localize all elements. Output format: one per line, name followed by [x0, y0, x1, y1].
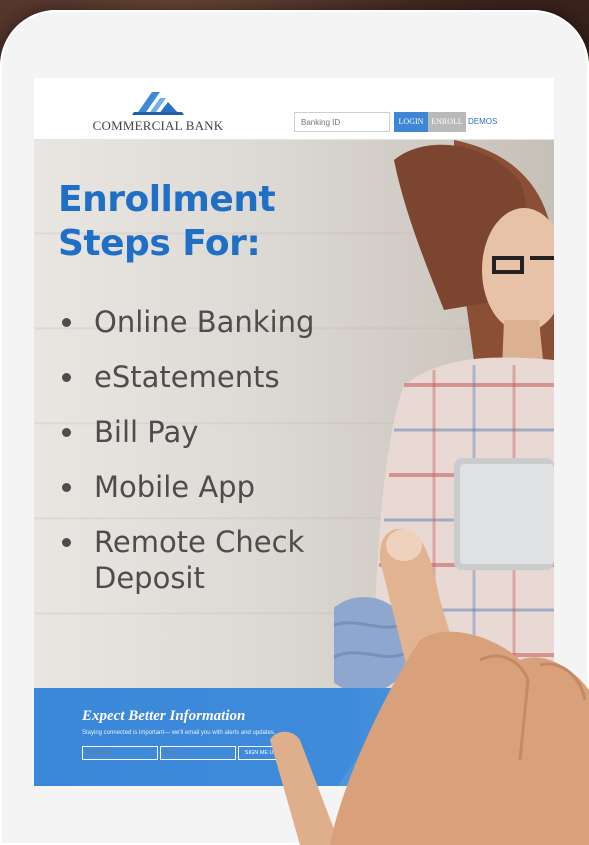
enroll-button[interactable]: ENROLL [428, 112, 466, 132]
bullet-icon [62, 318, 71, 327]
signup-title: Expect Better Information [82, 708, 246, 724]
list-item: eStatements [60, 359, 380, 395]
signup-band: Expect Better Information Staying connec… [34, 688, 554, 786]
brand-logo[interactable]: COMMERCIAL BANK [88, 88, 228, 136]
list-item-label-line1: Remote Check [94, 525, 305, 559]
list-item: Remote Check Deposit [60, 524, 380, 596]
list-item-label: Bill Pay [94, 415, 199, 449]
login-button[interactable]: LOGIN [394, 112, 428, 132]
bank-logo-icon [132, 92, 184, 115]
list-item: Mobile App [60, 469, 380, 505]
hero-title: Enrollment Steps For: [58, 178, 358, 266]
list-item-label-line2: Deposit [94, 561, 205, 595]
email-input[interactable] [160, 746, 236, 760]
signup-form: SIGN ME UP [82, 746, 284, 760]
sign-me-up-button[interactable]: SIGN ME UP [238, 746, 284, 760]
bullet-icon [62, 428, 71, 437]
full-name-input[interactable] [82, 746, 158, 760]
enrollment-steps-list: Online Banking eStatements Bill Pay Mobi… [60, 304, 380, 596]
banking-id-input[interactable] [294, 112, 390, 132]
list-item-label: Mobile App [94, 470, 256, 504]
brand-name: COMMERCIAL BANK [92, 118, 224, 133]
list-item-label: Online Banking [94, 305, 315, 339]
hero-title-line2: Steps For: [58, 223, 261, 264]
site-header: COMMERCIAL BANK LOGIN ENROLL DEMOS [34, 78, 554, 140]
list-item: Online Banking [60, 304, 380, 340]
signup-subtitle: Staying connected is important— we'll em… [82, 730, 276, 736]
bullet-icon [62, 483, 71, 492]
tablet-screen: COMMERCIAL BANK LOGIN ENROLL DEMOS [34, 78, 554, 786]
list-item: Bill Pay [60, 414, 380, 450]
hero-banner: Enrollment Steps For: Online Banking eSt… [34, 140, 554, 688]
login-bar: LOGIN ENROLL DEMOS [294, 112, 497, 132]
tablet-device: COMMERCIAL BANK LOGIN ENROLL DEMOS [0, 10, 589, 845]
list-item-label: eStatements [94, 360, 280, 394]
hero-title-line1: Enrollment [58, 179, 276, 220]
demos-link[interactable]: DEMOS [468, 112, 497, 132]
bullet-icon [62, 538, 71, 547]
bullet-icon [62, 373, 71, 382]
